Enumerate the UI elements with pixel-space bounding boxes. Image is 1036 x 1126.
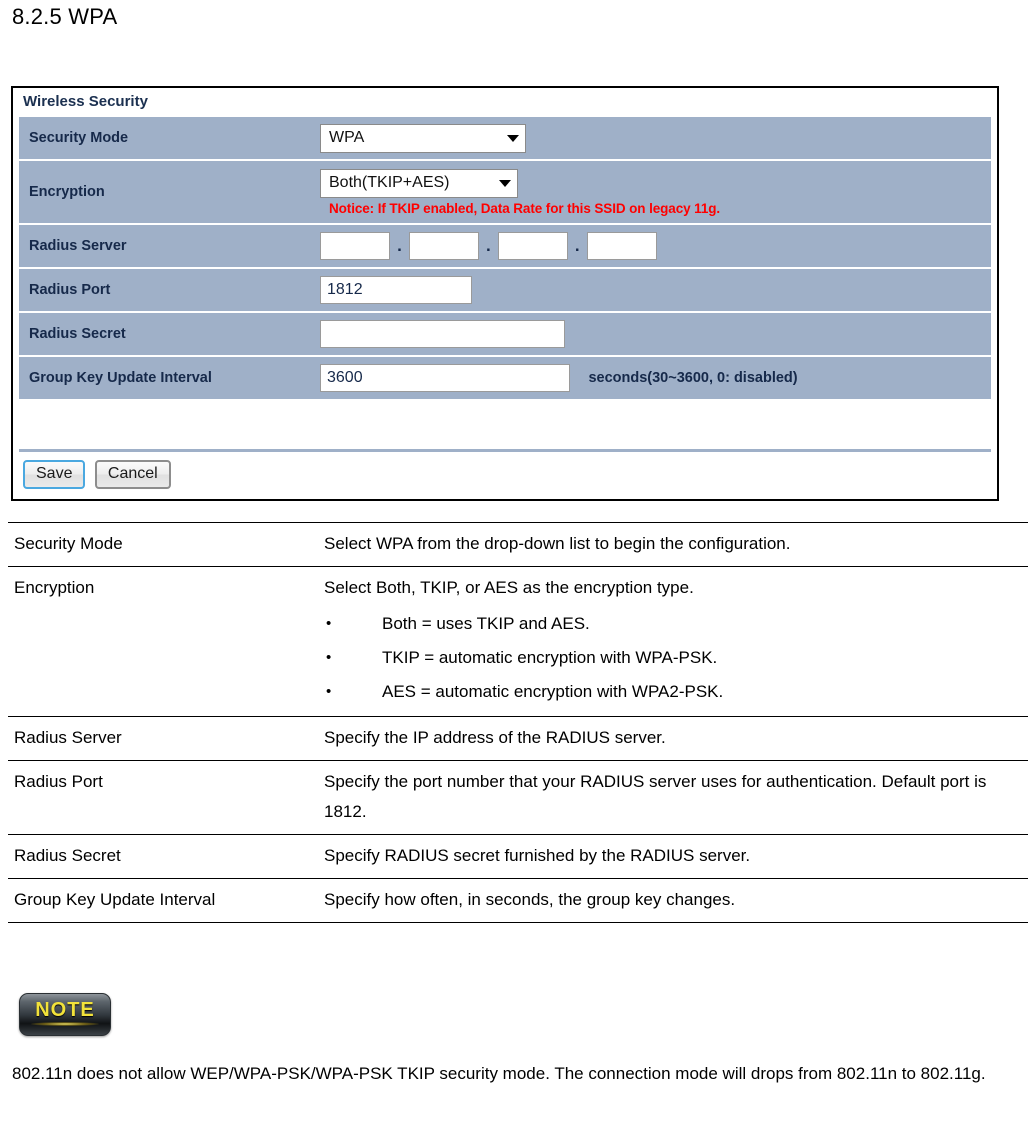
desc-definition-text: Select Both, TKIP, or AES as the encrypt… bbox=[324, 578, 694, 597]
panel-button-bar: Save Cancel bbox=[13, 460, 997, 499]
radius-server-octet-4[interactable] bbox=[586, 232, 657, 260]
form-row-radius-server: Radius Server . . . bbox=[19, 225, 991, 267]
form-row-radius-port: Radius Port bbox=[19, 269, 991, 311]
page-title: 8.2.5 WPA bbox=[12, 4, 118, 29]
table-row: Radius Secret Specify RADIUS secret furn… bbox=[8, 834, 1028, 879]
table-row: Encryption Select Both, TKIP, or AES as … bbox=[8, 566, 1028, 717]
table-row: Security Mode Select WPA from the drop-d… bbox=[8, 522, 1028, 567]
note-text: 802.11n does not allow WEP/WPA-PSK/WPA-P… bbox=[12, 1064, 986, 1083]
desc-term: Radius Port bbox=[8, 760, 314, 835]
desc-term: Radius Server bbox=[8, 716, 314, 761]
note-badge-glow bbox=[30, 1022, 100, 1026]
group-key-update-interval-input[interactable] bbox=[320, 364, 570, 392]
field-security-mode: WPA bbox=[312, 117, 991, 159]
security-mode-selected-value: WPA bbox=[329, 129, 365, 146]
desc-definition: Specify the IP address of the RADIUS ser… bbox=[314, 716, 1028, 761]
save-button[interactable]: Save bbox=[23, 460, 86, 489]
radius-server-octet-2[interactable] bbox=[408, 232, 479, 260]
form-row-encryption: Encryption Both(TKIP+AES) Notice: If TKI… bbox=[19, 161, 991, 223]
encryption-select[interactable]: Both(TKIP+AES) bbox=[320, 168, 518, 198]
label-security-mode: Security Mode bbox=[19, 117, 312, 159]
chevron-down-icon bbox=[507, 134, 519, 142]
radius-server-octet-3[interactable] bbox=[497, 232, 568, 260]
wireless-security-panel: Wireless Security Security Mode WPA Encr… bbox=[11, 86, 999, 501]
group-key-update-interval-unit: seconds(30~3600, 0: disabled) bbox=[588, 370, 798, 386]
form-row-security-mode: Security Mode WPA bbox=[19, 117, 991, 159]
list-item: AES = automatic encryption with WPA2-PSK… bbox=[324, 675, 1024, 709]
form-row-radius-secret: Radius Secret bbox=[19, 313, 991, 355]
desc-term: Security Mode bbox=[8, 522, 314, 567]
label-encryption: Encryption bbox=[19, 161, 312, 223]
form-row-group-key-update-interval: Group Key Update Interval seconds(30~360… bbox=[19, 357, 991, 399]
note-badge-label: NOTE bbox=[35, 999, 95, 1021]
list-item: Both = uses TKIP and AES. bbox=[324, 607, 1024, 641]
table-row: Radius Server Specify the IP address of … bbox=[8, 716, 1028, 761]
encryption-selected-value: Both(TKIP+AES) bbox=[329, 174, 450, 191]
wireless-security-form: Security Mode WPA Encryption Both(TKIP+A… bbox=[13, 115, 997, 401]
cancel-button[interactable]: Cancel bbox=[94, 460, 171, 489]
ip-separator: . bbox=[574, 236, 580, 255]
desc-term: Radius Secret bbox=[8, 834, 314, 879]
desc-term: Group Key Update Interval bbox=[8, 878, 314, 923]
radius-port-input[interactable] bbox=[320, 276, 472, 304]
note-badge-icon: NOTE bbox=[19, 993, 111, 1036]
field-group-key-update-interval: seconds(30~3600, 0: disabled) bbox=[312, 357, 991, 399]
encryption-notice: Notice: If TKIP enabled, Data Rate for t… bbox=[329, 200, 721, 216]
field-radius-server: . . . bbox=[312, 225, 991, 267]
encryption-bullet-list: Both = uses TKIP and AES. TKIP = automat… bbox=[324, 607, 1024, 709]
radius-server-octet-1[interactable] bbox=[320, 232, 390, 260]
ip-separator: . bbox=[485, 236, 491, 255]
table-row: Radius Port Specify the port number that… bbox=[8, 760, 1028, 835]
list-item: TKIP = automatic encryption with WPA-PSK… bbox=[324, 641, 1024, 675]
label-radius-port: Radius Port bbox=[19, 269, 312, 311]
radius-secret-input[interactable] bbox=[320, 320, 565, 348]
panel-footer: Save Cancel bbox=[13, 449, 997, 499]
field-description-table: Security Mode Select WPA from the drop-d… bbox=[8, 522, 1028, 923]
label-radius-secret: Radius Secret bbox=[19, 313, 312, 355]
desc-definition: Select Both, TKIP, or AES as the encrypt… bbox=[314, 566, 1028, 717]
desc-definition: Specify how often, in seconds, the group… bbox=[314, 878, 1028, 923]
desc-definition: Select WPA from the drop-down list to be… bbox=[314, 522, 1028, 567]
label-radius-server: Radius Server bbox=[19, 225, 312, 267]
field-encryption: Both(TKIP+AES) Notice: If TKIP enabled, … bbox=[312, 161, 991, 223]
desc-definition: Specify RADIUS secret furnished by the R… bbox=[314, 834, 1028, 879]
desc-term: Encryption bbox=[8, 566, 314, 717]
table-row: Group Key Update Interval Specify how of… bbox=[8, 878, 1028, 923]
label-group-key-update-interval: Group Key Update Interval bbox=[19, 357, 312, 399]
field-radius-port bbox=[312, 269, 991, 311]
security-mode-select[interactable]: WPA bbox=[320, 123, 526, 153]
ip-separator: . bbox=[397, 236, 402, 255]
footer-divider bbox=[19, 449, 991, 452]
field-radius-secret bbox=[312, 313, 991, 355]
panel-title: Wireless Security bbox=[23, 93, 148, 110]
desc-definition: Specify the port number that your RADIUS… bbox=[314, 760, 1028, 835]
chevron-down-icon bbox=[499, 179, 511, 187]
